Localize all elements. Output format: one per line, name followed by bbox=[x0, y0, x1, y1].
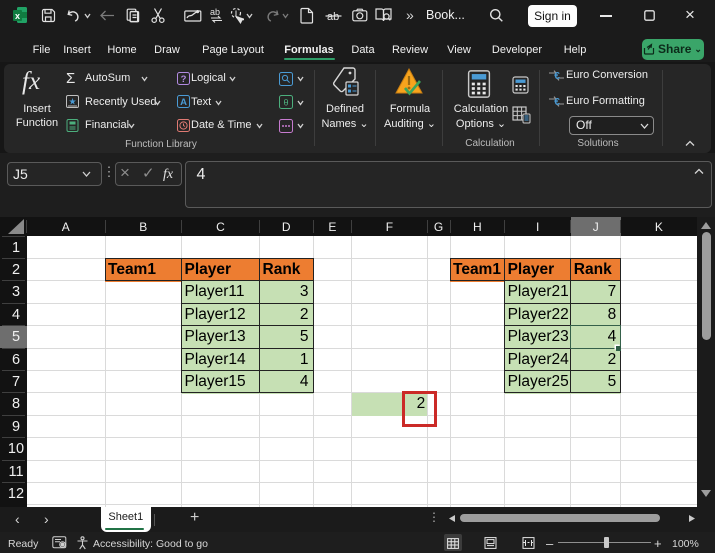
svg-text:€: € bbox=[554, 71, 560, 81]
svg-text:θ: θ bbox=[283, 98, 288, 108]
svg-text:?: ? bbox=[181, 74, 187, 85]
svg-text:ab: ab bbox=[210, 7, 220, 17]
svg-text:ab: ab bbox=[327, 11, 339, 23]
svg-text:★: ★ bbox=[68, 97, 76, 107]
svg-text:€: € bbox=[554, 97, 560, 107]
svg-text:A: A bbox=[180, 97, 187, 108]
svg-text:x: x bbox=[15, 11, 20, 21]
